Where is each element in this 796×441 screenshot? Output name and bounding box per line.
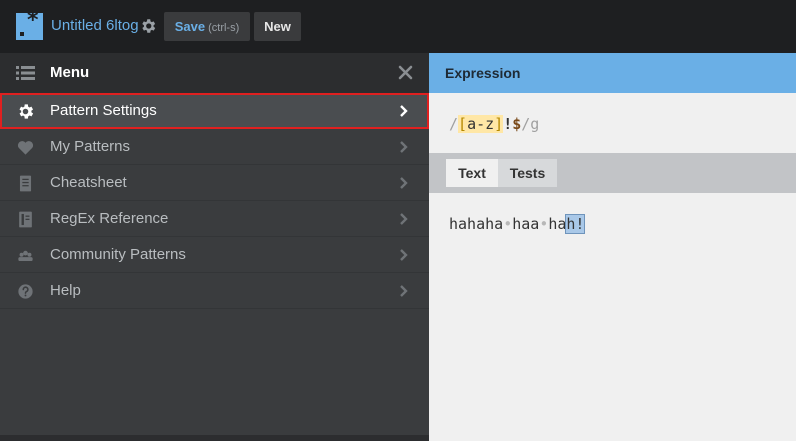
close-icon[interactable] (398, 65, 413, 80)
text-segment: ha (548, 215, 567, 233)
sidebar-item-label: My Patterns (50, 138, 131, 155)
chevron-right-icon (400, 177, 408, 189)
sidebar-item-label: Help (50, 282, 81, 299)
set-open-bracket: [ (458, 115, 468, 133)
gear-icon (19, 104, 34, 119)
pattern-title[interactable]: Untitled 6ltog (51, 17, 139, 35)
sidebar-footer (0, 435, 429, 441)
save-shortcut: (ctrl-s) (208, 22, 240, 34)
whitespace-marker: • (539, 215, 549, 233)
chevron-right-icon (400, 249, 408, 261)
gear-icon[interactable] (139, 17, 157, 35)
chevron-right-icon (400, 105, 408, 117)
sidebar-item-regex-reference[interactable]: RegEx Reference (0, 201, 429, 237)
expression-header: Expression (429, 53, 796, 93)
chevron-right-icon (400, 141, 408, 153)
new-button[interactable]: New (254, 12, 301, 41)
literal-token: ! (503, 115, 513, 133)
sidebar-item-label: Cheatsheet (50, 174, 127, 191)
top-bar: * Untitled 6ltog Save (ctrl-s) New (0, 0, 796, 53)
book-icon (19, 211, 32, 228)
sidebar-item-cheatsheet[interactable]: Cheatsheet (0, 165, 429, 201)
editor-panel: Expression /[a-z]!$/g Text Tests hahaha•… (429, 53, 796, 441)
text-segment: haa (512, 215, 540, 233)
chevron-right-icon (400, 213, 408, 225)
set-range: a-z (467, 115, 495, 133)
anchor-token: $ (512, 115, 522, 133)
tab-tests[interactable]: Tests (498, 159, 557, 187)
match-highlight[interactable]: h! (565, 214, 586, 234)
text-segment: hahaha (449, 215, 504, 233)
expression-editor[interactable]: /[a-z]!$/g (449, 114, 539, 134)
help-icon (18, 284, 33, 299)
sidebar-item-label: Pattern Settings (50, 102, 157, 119)
character-set: [a-z] (458, 115, 504, 133)
app-logo-icon[interactable]: * (16, 10, 43, 40)
document-icon (19, 175, 32, 192)
save-label: Save (174, 19, 206, 34)
sidebar-item-label: Community Patterns (50, 246, 186, 263)
sidebar-item-my-patterns[interactable]: My Patterns (0, 129, 429, 165)
menu-title: Menu (50, 64, 90, 81)
list-icon (16, 66, 35, 80)
set-close-bracket: ] (494, 115, 504, 133)
sidebar-item-pattern-settings[interactable]: Pattern Settings (0, 93, 429, 129)
chevron-right-icon (400, 285, 408, 297)
expression-flags[interactable]: g (530, 115, 539, 133)
expression-open-delimiter: / (449, 115, 459, 133)
tab-text[interactable]: Text (446, 159, 498, 187)
sidebar-item-community-patterns[interactable]: Community Patterns (0, 237, 429, 273)
sidebar-item-label: RegEx Reference (50, 210, 169, 227)
whitespace-marker: • (503, 215, 513, 233)
expression-close-delimiter: / (521, 115, 531, 133)
save-button[interactable]: Save (ctrl-s) (164, 12, 250, 41)
sidebar-menu: Menu Pattern Settings My Patterns Cheats… (0, 53, 429, 441)
menu-header: Menu (0, 53, 429, 93)
heart-icon (17, 141, 34, 155)
test-text-area[interactable]: hahaha•haa•hah! (449, 214, 586, 234)
people-icon (18, 250, 33, 262)
sidebar-item-help[interactable]: Help (0, 273, 429, 309)
tab-bar: Text Tests (429, 153, 796, 193)
expression-title: Expression (445, 65, 521, 81)
